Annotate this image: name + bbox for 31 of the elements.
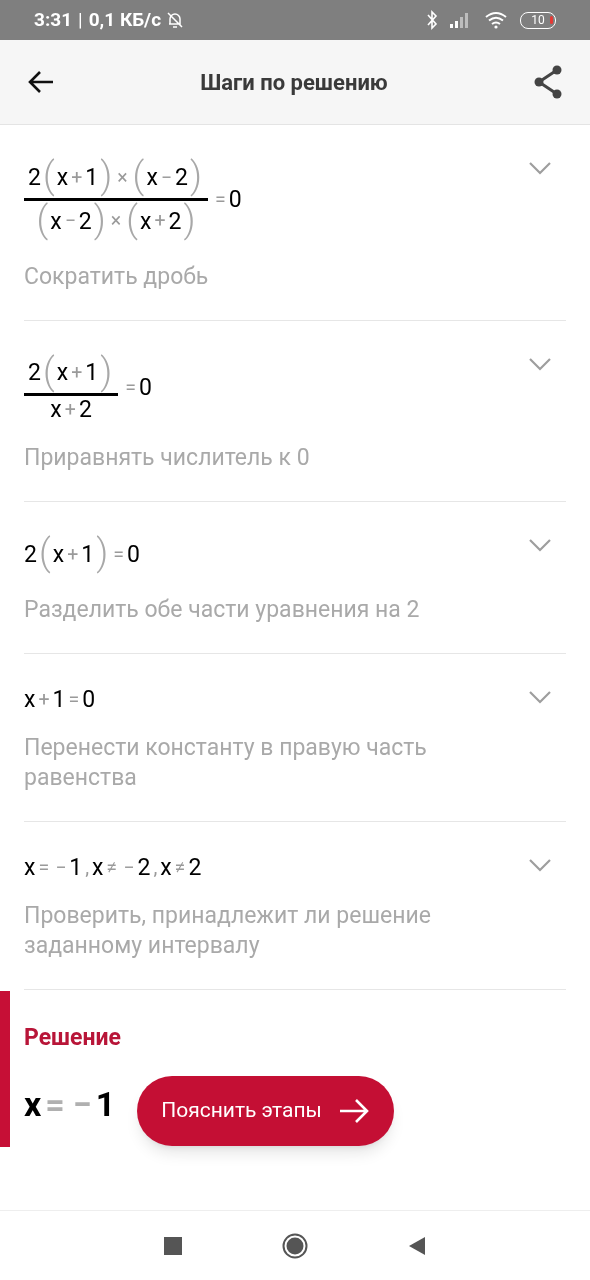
step-description: Разделить обе части уравнения на 2 — [24, 595, 421, 626]
page-title: Шаги по решению — [200, 68, 388, 97]
explain-steps-button[interactable]: Пояснить этапы — [137, 1075, 394, 1146]
wifi-icon — [484, 11, 508, 29]
share-icon[interactable] — [533, 65, 563, 99]
math-expression: 2(x+1)×(x−2) (x−2)×(x+2) =0 — [24, 159, 242, 240]
chevron-down-icon[interactable] — [528, 858, 552, 873]
home-icon[interactable] — [282, 1232, 308, 1259]
step-description: Проверить, принадлежит ли решение заданному интервалу — [24, 901, 432, 962]
step-description: Перенести константу в правую часть равенства — [24, 733, 428, 794]
chevron-down-icon[interactable] — [528, 161, 552, 175]
step-description: Приравнять числитель к 0 — [24, 443, 311, 474]
step-description: Сократить дробь — [24, 261, 210, 292]
back-icon[interactable] — [408, 1235, 426, 1256]
chevron-down-icon[interactable] — [528, 538, 552, 553]
math-expression: x= −1,x≠ −2,x≠2 — [24, 856, 202, 880]
arrow-right-icon — [337, 1097, 370, 1124]
math-expression: 2(x+1) x+2 =0 — [24, 354, 152, 422]
chevron-down-icon[interactable] — [528, 356, 552, 371]
separator: | — [78, 6, 83, 33]
recent-apps-icon[interactable] — [164, 1236, 182, 1255]
chevron-down-icon[interactable] — [528, 690, 552, 705]
math-expression: x+1=0 — [24, 688, 96, 712]
solution-answer: x= −1 — [24, 1086, 116, 1121]
math-expression: 2(x+1)=0 — [24, 536, 140, 574]
bluetooth-icon — [426, 10, 438, 30]
solution-heading: Решение — [24, 1023, 122, 1054]
back-arrow-icon[interactable] — [27, 70, 55, 94]
network-speed: 0,1 КБ/с — [88, 6, 162, 33]
clock: 3:31 — [34, 6, 73, 33]
battery-icon: 10 — [520, 11, 556, 29]
